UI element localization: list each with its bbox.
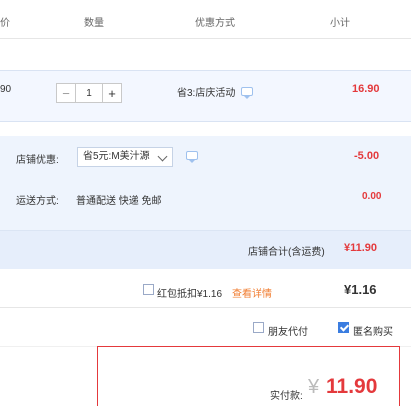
payment-label: 实付款:	[270, 391, 303, 402]
header-price: 价	[0, 18, 10, 29]
friend-pay-label: 朋友代付	[268, 327, 308, 338]
quantity-input[interactable]: 1	[76, 83, 102, 103]
shop-discount-amount: -5.00	[354, 150, 380, 162]
item-promo: 省3:店庆活动	[177, 88, 236, 99]
shop-discount-select-value: 省5元:M美汁源	[83, 151, 150, 162]
quantity-stepper: − 1 +	[56, 83, 122, 103]
shipping-label: 运送方式:	[16, 196, 59, 207]
header-promo: 优惠方式	[195, 18, 235, 29]
shop-discount-select[interactable]: 省5元:M美汁源	[77, 147, 173, 167]
header-subtotal: 小计	[330, 18, 350, 29]
chat-icon[interactable]	[186, 151, 198, 163]
shop-discount-label: 店铺优惠:	[16, 155, 59, 166]
friend-pay-checkbox[interactable]	[253, 322, 264, 333]
payment-currency: ¥	[308, 376, 320, 398]
divider	[0, 307, 411, 308]
shop-total-amount: ¥11.90	[344, 242, 378, 254]
redpacket-details-link[interactable]: 查看详情	[232, 285, 272, 300]
shipping-method: 普通配送 快递 免邮	[76, 196, 162, 207]
shop-total-label: 店铺合计(含运费)	[248, 247, 325, 258]
shipping-amount: 0.00	[362, 191, 382, 202]
table-header: 价 数量 优惠方式 小计	[0, 0, 411, 39]
payment-amount: 11.90	[326, 375, 378, 398]
decrease-quantity-button[interactable]: −	[56, 83, 76, 103]
redpacket-amount: ¥1.16	[344, 282, 377, 297]
cart-item-row: 90 − 1 + 省3:店庆活动 16.90	[0, 70, 411, 122]
payment-summary-box: 实付款: ¥ 11.90	[97, 346, 400, 406]
shop-total-bar: 店铺合计(含运费) ¥11.90	[0, 230, 411, 269]
item-price: 90	[0, 84, 12, 95]
anonymous-checkbox[interactable]	[338, 322, 349, 333]
shop-summary-panel: 店铺优惠: 省5元:M美汁源 -5.00 运送方式: 普通配送 快递 免邮 0.…	[0, 136, 411, 269]
anonymous-label: 匿名购买	[353, 327, 393, 338]
increase-quantity-button[interactable]: +	[102, 83, 122, 103]
header-quantity: 数量	[84, 18, 104, 29]
chevron-down-icon	[157, 151, 168, 162]
redpacket-checkbox[interactable]	[143, 284, 154, 295]
chat-icon[interactable]	[241, 87, 253, 99]
redpacket-label: 红包抵扣¥1.16	[157, 289, 223, 300]
item-subtotal: 16.90	[352, 83, 380, 95]
